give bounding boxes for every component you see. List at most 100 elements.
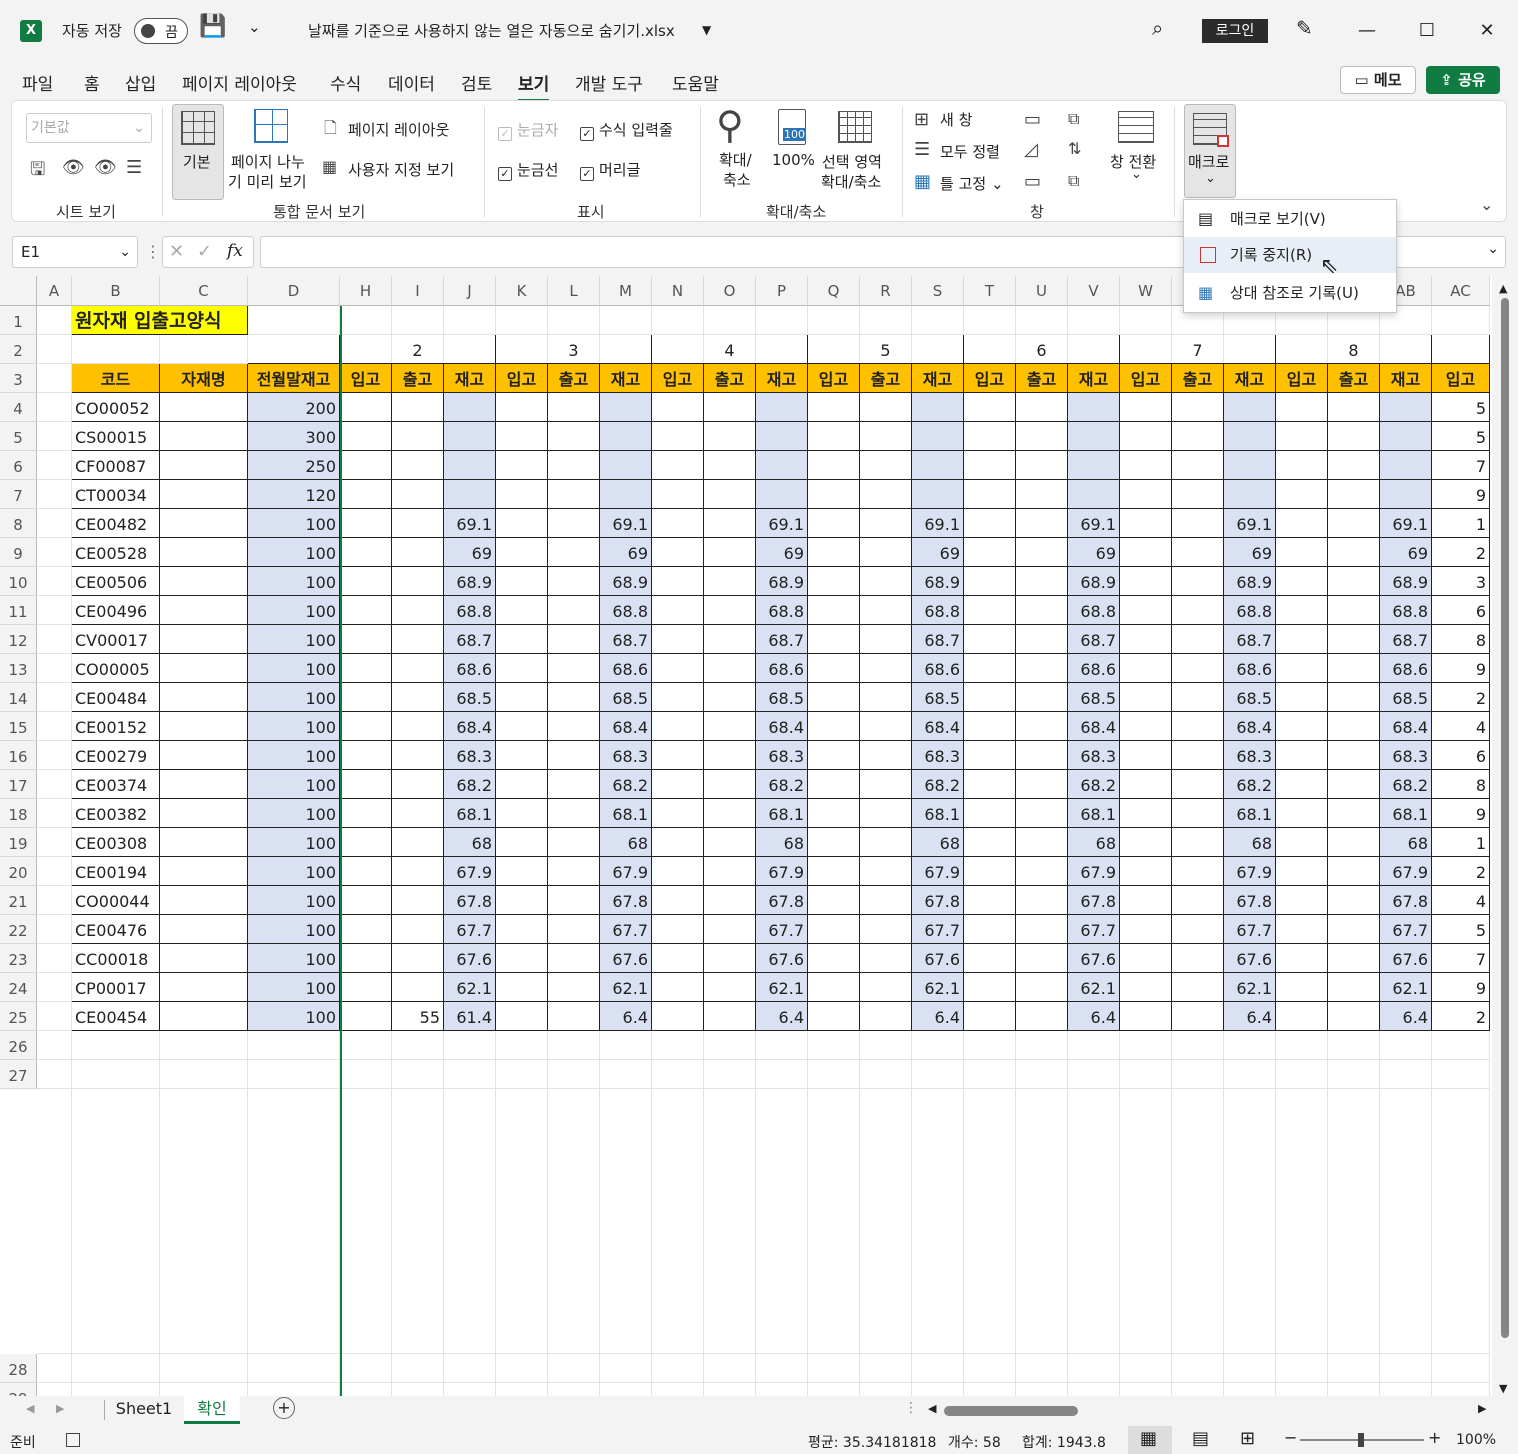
cell-prev-stock[interactable]: 100 bbox=[248, 596, 340, 625]
cell-name[interactable] bbox=[160, 1002, 248, 1031]
cell-ac[interactable]: 4 bbox=[1432, 712, 1490, 741]
header-stock[interactable]: 재고 bbox=[756, 364, 808, 393]
menu-data[interactable]: 데이터 bbox=[388, 70, 435, 95]
tab-split-handle-icon[interactable]: ⋮ bbox=[904, 1400, 918, 1416]
cell-stock[interactable] bbox=[756, 422, 808, 451]
cell-stock[interactable]: 68.2 bbox=[600, 770, 652, 799]
cell[interactable] bbox=[860, 1060, 912, 1089]
cell[interactable] bbox=[496, 1060, 548, 1089]
cell-out[interactable] bbox=[1172, 1002, 1224, 1031]
cell[interactable] bbox=[1380, 1354, 1432, 1383]
cell-code[interactable]: CO00052 bbox=[72, 393, 160, 422]
cell-stock[interactable]: 62.1 bbox=[756, 973, 808, 1002]
cell-in[interactable] bbox=[340, 393, 392, 422]
cell-out[interactable] bbox=[548, 451, 600, 480]
cell-in[interactable] bbox=[340, 741, 392, 770]
cell-in[interactable] bbox=[964, 683, 1016, 712]
cell-in[interactable] bbox=[496, 596, 548, 625]
row-header-16[interactable]: 16 bbox=[0, 741, 37, 770]
cell-in[interactable] bbox=[496, 828, 548, 857]
search-icon[interactable]: ⌕ bbox=[1152, 16, 1163, 40]
cell-out[interactable] bbox=[392, 915, 444, 944]
cell-out[interactable] bbox=[704, 828, 756, 857]
cell-in[interactable] bbox=[1120, 741, 1172, 770]
cell[interactable] bbox=[37, 857, 72, 886]
header-stock[interactable]: 재고 bbox=[600, 364, 652, 393]
cell-out[interactable] bbox=[704, 683, 756, 712]
cell-stock[interactable]: 68.6 bbox=[444, 654, 496, 683]
cell-stock[interactable]: 62.1 bbox=[1380, 973, 1432, 1002]
cell-in[interactable] bbox=[1276, 480, 1328, 509]
cell[interactable] bbox=[392, 1060, 444, 1089]
column-header-b[interactable]: B bbox=[72, 276, 160, 306]
cell-out[interactable] bbox=[860, 683, 912, 712]
cell-stock[interactable]: 67.6 bbox=[1380, 944, 1432, 973]
cell[interactable] bbox=[37, 451, 72, 480]
cell[interactable] bbox=[37, 654, 72, 683]
cell-out[interactable] bbox=[1328, 1002, 1380, 1031]
cell-out[interactable] bbox=[548, 393, 600, 422]
cell-in[interactable] bbox=[964, 1002, 1016, 1031]
cell[interactable] bbox=[652, 1060, 704, 1089]
cell-in[interactable] bbox=[340, 625, 392, 654]
cell-prev-stock[interactable]: 250 bbox=[248, 451, 340, 480]
menu-help[interactable]: 도움말 bbox=[672, 70, 719, 95]
cell[interactable] bbox=[37, 683, 72, 712]
cell[interactable] bbox=[1276, 1031, 1328, 1060]
cell-stock[interactable]: 67.9 bbox=[912, 857, 964, 886]
cell-out[interactable] bbox=[860, 567, 912, 596]
header-out[interactable]: 출고 bbox=[704, 364, 756, 393]
cell[interactable] bbox=[340, 1031, 392, 1060]
add-sheet-icon[interactable]: + bbox=[273, 1397, 295, 1419]
cell[interactable] bbox=[912, 306, 964, 335]
cell-stock[interactable]: 68.7 bbox=[444, 625, 496, 654]
cell-out[interactable] bbox=[548, 712, 600, 741]
cell[interactable] bbox=[392, 1031, 444, 1060]
cell-stock[interactable]: 68 bbox=[1224, 828, 1276, 857]
cell-in[interactable] bbox=[1120, 480, 1172, 509]
cell-ac[interactable]: 7 bbox=[1432, 944, 1490, 973]
cell-in[interactable] bbox=[496, 857, 548, 886]
cell[interactable] bbox=[37, 1354, 72, 1383]
cell-in[interactable] bbox=[496, 480, 548, 509]
cell[interactable] bbox=[37, 335, 72, 364]
cell[interactable] bbox=[1380, 1031, 1432, 1060]
cell-stock[interactable]: 68.1 bbox=[756, 799, 808, 828]
cell-prev-stock[interactable]: 300 bbox=[248, 422, 340, 451]
cell[interactable] bbox=[1276, 1089, 1328, 1354]
cell-stock[interactable]: 67.6 bbox=[600, 944, 652, 973]
cell[interactable] bbox=[37, 567, 72, 596]
cell[interactable] bbox=[392, 306, 444, 335]
cell-stock[interactable]: 69.1 bbox=[1068, 509, 1120, 538]
cell-ac[interactable]: 5 bbox=[1432, 915, 1490, 944]
cell-stock[interactable]: 69 bbox=[1380, 538, 1432, 567]
cell-stock[interactable]: 68.5 bbox=[444, 683, 496, 712]
cell-in[interactable] bbox=[808, 857, 860, 886]
cell-in[interactable] bbox=[652, 567, 704, 596]
zoom-selection-label-1[interactable]: 선택 영역 bbox=[822, 151, 882, 172]
cell-prev-stock[interactable]: 100 bbox=[248, 683, 340, 712]
cell-ac[interactable]: 2 bbox=[1432, 1002, 1490, 1031]
column-header-l[interactable]: L bbox=[548, 276, 600, 306]
cell[interactable] bbox=[1016, 306, 1068, 335]
cell-in[interactable] bbox=[1276, 915, 1328, 944]
cell-in[interactable] bbox=[1120, 973, 1172, 1002]
file-name[interactable]: 날짜를 기준으로 사용하지 않는 열은 자동으로 숨기기.xlsx bbox=[308, 20, 675, 41]
cell-in[interactable] bbox=[964, 422, 1016, 451]
cell-in[interactable] bbox=[652, 828, 704, 857]
cell-out[interactable] bbox=[548, 944, 600, 973]
cell[interactable] bbox=[1068, 1089, 1120, 1354]
cell[interactable] bbox=[600, 1031, 652, 1060]
column-header-n[interactable]: N bbox=[652, 276, 704, 306]
cell-ac[interactable]: 9 bbox=[1432, 799, 1490, 828]
header-out[interactable]: 출고 bbox=[1016, 364, 1068, 393]
cell-out[interactable] bbox=[1172, 509, 1224, 538]
cell-prev-stock[interactable]: 100 bbox=[248, 538, 340, 567]
header-out[interactable]: 출고 bbox=[392, 364, 444, 393]
cell-stock[interactable]: 6.4 bbox=[1224, 1002, 1276, 1031]
cell-stock[interactable]: 6.4 bbox=[1380, 1002, 1432, 1031]
cell-stock[interactable]: 67.6 bbox=[756, 944, 808, 973]
tab-next-icon[interactable]: ▶ bbox=[56, 1402, 64, 1415]
cell-code[interactable]: CE00454 bbox=[72, 1002, 160, 1031]
cell-stock[interactable]: 68.7 bbox=[912, 625, 964, 654]
